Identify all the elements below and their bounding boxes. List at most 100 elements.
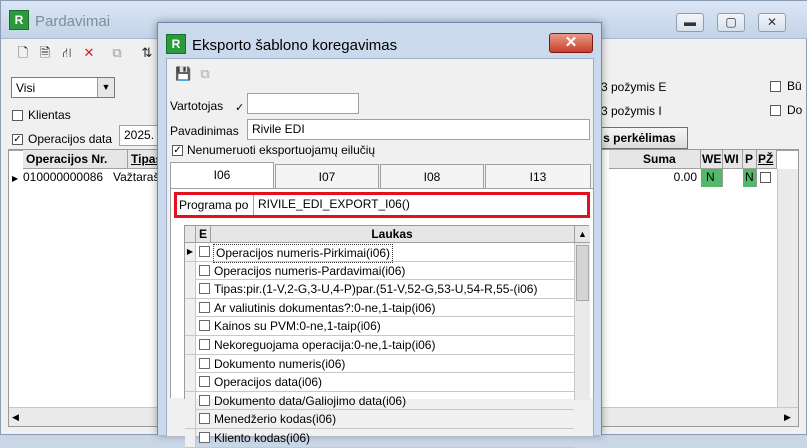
- field-export-checkbox[interactable]: [199, 283, 210, 295]
- col-we[interactable]: WE: [701, 150, 723, 169]
- field-export-checkbox[interactable]: [199, 264, 210, 276]
- list-item[interactable]: Dokumento numeris(i06): [185, 354, 574, 374]
- col-pz-label: PŽ: [758, 152, 774, 166]
- field-export-checkbox[interactable]: [199, 394, 210, 406]
- field-name: Kainos su PVM:0-ne,1-taip(i06): [214, 319, 381, 334]
- export-icon[interactable]: ⇅: [139, 45, 155, 61]
- list-item[interactable]: Menedžerio kodas(i06): [185, 410, 574, 429]
- list-item[interactable]: ▶ Operacijos numeris-Pirkimai(i06): [185, 243, 574, 263]
- chevron-down-icon[interactable]: ▼: [97, 78, 114, 97]
- field-export-checkbox[interactable]: [199, 320, 210, 332]
- vartotojas-field[interactable]: [247, 93, 359, 114]
- row-indicator: [185, 280, 196, 299]
- list-item[interactable]: Dokumento data/Galiojimo data(i06): [185, 391, 574, 411]
- opdata-label: Operacijos data: [28, 132, 113, 146]
- field-name: Dokumento data/Galiojimo data(i06): [214, 393, 407, 408]
- field-name: Operacijos numeris-Pardavimai(i06): [214, 263, 406, 278]
- list-item[interactable]: Kliento kodas(i06): [185, 429, 574, 448]
- list-item[interactable]: Operacijos numeris-Pardavimai(i06): [185, 261, 574, 281]
- pavadinimas-field[interactable]: Rivile EDI: [247, 119, 590, 140]
- field-export-checkbox[interactable]: [199, 357, 210, 369]
- dialog-title: Eksporto šablono koregavimas: [192, 37, 398, 54]
- fields-list[interactable]: E Laukas ▲ ▶ Operacijos numeris-Pirkimai(…: [184, 225, 590, 448]
- scroll-left-icon[interactable]: ◀: [12, 412, 19, 423]
- field-name: Tipas:pir.(1-V,2-G,3-U,4-P)par.(51-V,52-…: [214, 282, 538, 297]
- row-suma: 0.00: [673, 170, 697, 184]
- field-name: Kliento kodas(i06): [214, 431, 311, 445]
- row-pz-checkbox[interactable]: [760, 172, 771, 183]
- edit-document-icon[interactable]: 🗎: [37, 45, 53, 61]
- scroll-up-icon[interactable]: ▲: [574, 226, 590, 242]
- list-header-e[interactable]: E: [196, 226, 211, 242]
- vartotojas-label: Vartotojas: [170, 99, 224, 113]
- list-header: E Laukas ▲: [185, 226, 590, 243]
- scroll-right-icon[interactable]: ▶: [784, 412, 791, 423]
- nenumeruoti-label: Nenumeruoti eksportuojamų eilučių: [187, 143, 376, 157]
- field-name: Menedžerio kodas(i06): [214, 412, 337, 427]
- save-icon[interactable]: 💾: [175, 66, 191, 82]
- list-item[interactable]: Tipas:pir.(1-V,2-G,3-U,4-P)par.(51-V,52-…: [185, 280, 574, 299]
- tab-i08[interactable]: I08: [380, 164, 484, 189]
- copy-icon[interactable]: ⧉: [197, 66, 213, 82]
- tab-i06[interactable]: I06: [170, 162, 274, 189]
- dialog-app-icon: R: [166, 34, 186, 54]
- pozymis-e-label: 3 požymis E: [601, 80, 667, 94]
- row-indicator: [185, 410, 196, 429]
- list-item[interactable]: Kainos su PVM:0-ne,1-taip(i06): [185, 317, 574, 336]
- tree-icon[interactable]: ⛙: [59, 45, 75, 61]
- row-indicator: [185, 261, 196, 280]
- delete-icon[interactable]: ✕: [81, 45, 97, 61]
- col-p[interactable]: P: [743, 150, 757, 169]
- list-item[interactable]: Nekoreguojama operacija:0-ne,1-taip(i06): [185, 336, 574, 355]
- field-name: Ar valiutinis dokumentas?:0-ne,1-taip(i0…: [214, 300, 436, 315]
- window-title: Pardavimai: [35, 13, 111, 30]
- list-item[interactable]: Operacijos data(i06): [185, 373, 574, 392]
- row-indicator: [185, 317, 196, 336]
- nenumeruoti-checkbox[interactable]: ✓: [172, 145, 183, 156]
- col-wi[interactable]: WI: [723, 150, 743, 169]
- dialog-close-button[interactable]: ✕: [549, 33, 593, 53]
- field-export-checkbox[interactable]: [199, 432, 210, 443]
- col-suma[interactable]: Suma: [609, 150, 701, 169]
- app-icon: R: [9, 10, 29, 30]
- col-operacijos-nr[interactable]: Operacijos Nr.: [23, 150, 128, 169]
- field-export-checkbox[interactable]: [199, 339, 210, 350]
- row-indicator-icon: ▶: [12, 174, 19, 183]
- minimize-button[interactable]: ▬: [676, 13, 704, 32]
- list-scroll-thumb[interactable]: [576, 245, 589, 301]
- field-name: Dokumento numeris(i06): [214, 356, 346, 371]
- field-export-checkbox[interactable]: [199, 376, 210, 388]
- copy-icon[interactable]: ⧉: [109, 45, 125, 61]
- klientas-checkbox[interactable]: [12, 110, 23, 121]
- do-checkbox[interactable]: [770, 105, 781, 116]
- grid-vertical-scrollbar[interactable]: [777, 169, 798, 407]
- tab-i13[interactable]: I13: [485, 164, 591, 189]
- bu-label: Bū: [787, 79, 802, 93]
- dialog-body: 💾 ⧉ Vartotojas ✓ Pavadinimas Rivile EDI …: [166, 58, 594, 448]
- row-indicator: [185, 336, 196, 354]
- close-button[interactable]: ✕: [758, 13, 786, 32]
- programa-field[interactable]: RIVILE_EDI_EXPORT_I06(): [253, 195, 587, 215]
- klientas-label: Klientas: [28, 108, 71, 122]
- row-p: N: [743, 169, 757, 187]
- transfer-button[interactable]: s perkėlimas: [591, 127, 688, 149]
- new-document-icon[interactable]: 🗋: [15, 45, 31, 61]
- list-header-indicator: [185, 226, 196, 242]
- list-vertical-scrollbar[interactable]: [574, 243, 590, 400]
- row-indicator: [185, 354, 196, 373]
- list-header-laukas[interactable]: Laukas: [211, 226, 573, 242]
- field-name: Operacijos data(i06): [214, 375, 323, 390]
- tab-panel: Programa po RIVILE_EDI_EXPORT_I06() E La…: [170, 188, 594, 448]
- list-item[interactable]: Ar valiutinis dokumentas?:0-ne,1-taip(i0…: [185, 298, 574, 318]
- field-export-checkbox[interactable]: [199, 246, 210, 257]
- filter-combo[interactable]: Visi ▼: [11, 77, 115, 98]
- col-pz[interactable]: PŽ: [757, 150, 777, 169]
- row-indicator: [185, 429, 196, 447]
- opdata-checkbox[interactable]: ✓: [12, 134, 23, 145]
- field-export-checkbox[interactable]: [199, 301, 210, 313]
- bu-checkbox[interactable]: [770, 81, 781, 92]
- maximize-button[interactable]: ▢: [717, 13, 745, 32]
- field-export-checkbox[interactable]: [199, 413, 210, 425]
- tab-i07[interactable]: I07: [275, 164, 379, 189]
- opdata-field[interactable]: 2025.: [119, 125, 161, 146]
